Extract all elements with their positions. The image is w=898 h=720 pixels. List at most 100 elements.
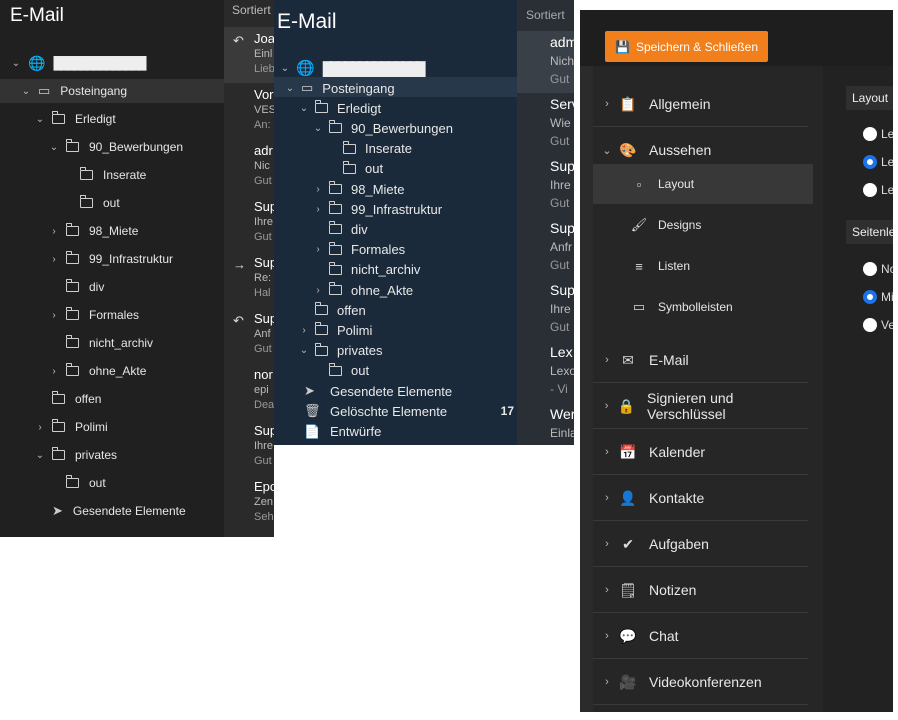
- message-item[interactable]: Sup Ihre Gut: [224, 419, 274, 475]
- chevron-down-icon[interactable]: ⌄: [10, 58, 22, 69]
- chevron-down-icon[interactable]: ⌄: [298, 103, 310, 114]
- sort-label[interactable]: Sortiert: [526, 8, 565, 22]
- folder-item[interactable]: offen: [34, 388, 101, 410]
- chevron-right-icon[interactable]: ›: [48, 310, 60, 321]
- message-item[interactable]: → Sup Re: Hal: [224, 251, 274, 307]
- folder-item[interactable]: out: [48, 472, 106, 494]
- folder-item[interactable]: ⌄ privates: [298, 341, 383, 361]
- folder-item[interactable]: nicht_archiv: [48, 332, 153, 354]
- folder-item[interactable]: ⌄ ▭ Posteingang: [20, 80, 127, 102]
- radio-button[interactable]: [863, 262, 877, 276]
- folder-item[interactable]: › Polimi: [34, 416, 108, 438]
- message-item[interactable]: Sup Anfr Gut: [517, 217, 574, 279]
- folder-item[interactable]: ⌄ Erledigt: [34, 108, 116, 130]
- chevron-down-icon[interactable]: ⌄: [298, 345, 310, 356]
- message-item[interactable]: Wer Einla: [517, 403, 574, 445]
- message-item[interactable]: ↶ Sup Anf Gut: [224, 307, 274, 363]
- message-item[interactable]: adr Nic Gut: [224, 139, 274, 195]
- radio-button[interactable]: [863, 155, 877, 169]
- folder-item[interactable]: nicht_archiv: [312, 260, 420, 280]
- folder-icon: [79, 195, 93, 208]
- folder-item[interactable]: ➤ Gesendete Elemente: [34, 500, 186, 522]
- folder-item[interactable]: ⌄ 90_Bewerbungen: [312, 118, 453, 138]
- folder-item[interactable]: › Formales: [48, 304, 139, 326]
- chevron-right-icon[interactable]: ›: [48, 226, 60, 237]
- folder-item[interactable]: Inserate: [62, 164, 146, 186]
- account-row[interactable]: ⌄ 🌐 ██████████████: [279, 58, 426, 78]
- chevron-right-icon[interactable]: ›: [312, 204, 324, 215]
- folder-item[interactable]: › ohne_Akte: [48, 360, 146, 382]
- folder-item[interactable]: › Polimi: [298, 320, 372, 340]
- folder-item[interactable]: › 99_Infrastruktur: [48, 248, 173, 270]
- list-icon: ≡: [635, 258, 643, 274]
- layout-section-header: Layout: [846, 86, 893, 110]
- folder-item[interactable]: out: [312, 361, 369, 381]
- settings-nav-video[interactable]: › 🎥 Videokonferenzen: [593, 660, 808, 705]
- folder-item[interactable]: ⌄ Erledigt: [298, 98, 381, 118]
- special-folder[interactable]: ➤ Gesendete Elemente: [304, 381, 514, 401]
- folder-item[interactable]: div: [312, 219, 368, 239]
- message-item[interactable]: adm Nich Gut: [517, 31, 574, 93]
- settings-nav-lock[interactable]: › 🔒 Signieren und Verschlüssel: [593, 384, 808, 429]
- message-item[interactable]: Epo Zen Seh: [224, 475, 274, 531]
- folder-item[interactable]: › ohne_Akte: [312, 280, 413, 300]
- chevron-right-icon[interactable]: ›: [312, 184, 324, 195]
- folder-label: div: [351, 221, 368, 237]
- radio-button[interactable]: [863, 318, 877, 332]
- message-item[interactable]: Sup Ihre Gut: [224, 195, 274, 251]
- chevron-right-icon[interactable]: ›: [48, 366, 60, 377]
- settings-nav-general[interactable]: › 📋 Allgemein: [593, 82, 808, 127]
- chevron-down-icon[interactable]: ⌄: [20, 86, 32, 97]
- app-title: E-Mail: [10, 5, 64, 26]
- folder-item[interactable]: ⌄ privates: [34, 444, 117, 466]
- chevron-down-icon[interactable]: ⌄: [279, 63, 291, 74]
- chevron-down-icon[interactable]: ⌄: [34, 114, 46, 125]
- radio-button[interactable]: [863, 127, 877, 141]
- settings-nav-check[interactable]: › ✔ Aufgaben: [593, 522, 808, 567]
- folder-item[interactable]: offen: [298, 300, 366, 320]
- folder-item[interactable]: › 99_Infrastruktur: [312, 199, 442, 219]
- special-folder[interactable]: 📄 Entwürfe: [304, 422, 514, 442]
- folder-item[interactable]: › 98_Miete: [312, 179, 404, 199]
- folder-label: offen: [337, 302, 366, 318]
- chevron-right-icon[interactable]: ›: [34, 422, 46, 433]
- account-row[interactable]: ⌄ 🌐 ██████████████: [10, 52, 147, 74]
- chevron-right-icon[interactable]: ›: [48, 254, 60, 265]
- settings-subnav-item[interactable]: ▭ Symbolleisten: [593, 287, 813, 327]
- special-folder[interactable]: 🗑 Gelöschte Elemente 17: [304, 401, 514, 421]
- settings-nav-chat[interactable]: › 💬 Chat: [593, 614, 808, 659]
- chevron-down-icon[interactable]: ⌄: [312, 123, 324, 134]
- radio-button[interactable]: [863, 290, 877, 304]
- message-item[interactable]: Sup Ihre Gut: [517, 155, 574, 217]
- sort-label[interactable]: Sortiert: [232, 3, 271, 17]
- message-item[interactable]: ↶ Joa Einl Lieb: [224, 27, 274, 83]
- settings-nav-calendar[interactable]: › 📅 Kalender: [593, 430, 808, 475]
- folder-item[interactable]: › Formales: [312, 240, 405, 260]
- folder-item[interactable]: Inserate: [326, 139, 412, 159]
- settings-subnav-item[interactable]: ▫ Layout: [593, 164, 813, 204]
- folder-item[interactable]: out: [62, 192, 120, 214]
- settings-subnav-item[interactable]: 🖌 Designs: [593, 205, 813, 245]
- message-item[interactable]: Vor VES An:: [224, 83, 274, 139]
- folder-item[interactable]: ⌄ 90_Bewerbungen: [48, 136, 183, 158]
- message-item[interactable]: Serv Wie Gut: [517, 93, 574, 155]
- folder-item[interactable]: ⌄ ▭ Posteingang: [284, 78, 395, 98]
- message-item[interactable]: nor epi Dea: [224, 363, 274, 419]
- chevron-right-icon[interactable]: ›: [298, 325, 310, 336]
- folder-item[interactable]: div: [48, 276, 104, 298]
- chevron-right-icon[interactable]: ›: [312, 285, 324, 296]
- folder-item[interactable]: › 98_Miete: [48, 220, 138, 242]
- settings-nav-contact[interactable]: › 👤 Kontakte: [593, 476, 808, 521]
- message-item[interactable]: Sup Ihre Gut: [517, 279, 574, 341]
- settings-nav-notes[interactable]: › 🗒 Notizen: [593, 568, 808, 613]
- radio-button[interactable]: [863, 183, 877, 197]
- save-close-button[interactable]: 💾 Speichern & Schließen: [605, 31, 768, 62]
- folder-item[interactable]: out: [326, 159, 383, 179]
- settings-subnav-item[interactable]: ≡ Listen: [593, 246, 813, 286]
- chevron-right-icon[interactable]: ›: [312, 244, 324, 255]
- chevron-down-icon[interactable]: ⌄: [48, 142, 60, 153]
- chevron-down-icon[interactable]: ⌄: [284, 83, 296, 94]
- settings-nav-mail[interactable]: › ✉ E-Mail: [593, 338, 808, 383]
- chevron-down-icon[interactable]: ⌄: [34, 450, 46, 461]
- message-item[interactable]: Lex Lexo - Vi: [517, 341, 574, 403]
